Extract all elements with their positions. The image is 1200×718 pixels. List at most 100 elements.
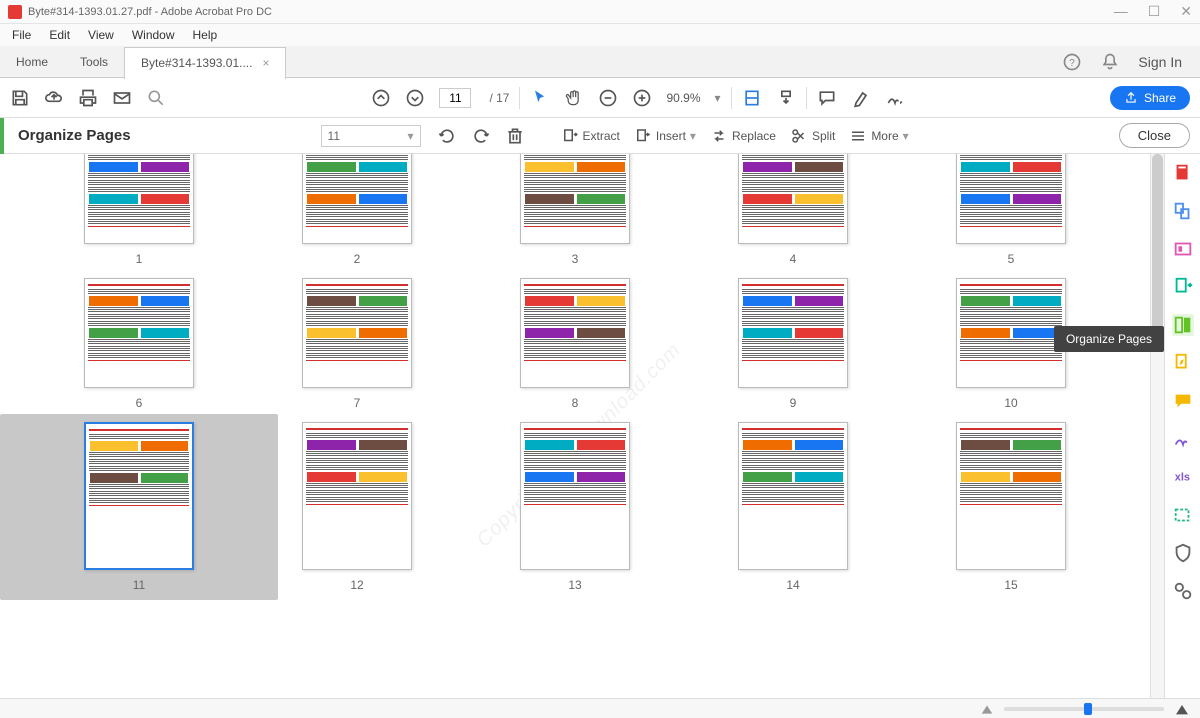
page-thumbnail[interactable]: 15 bbox=[912, 422, 1110, 592]
svg-text:?: ? bbox=[1070, 58, 1076, 69]
split-button[interactable]: Split bbox=[790, 127, 835, 145]
rp-fill-sign-icon[interactable] bbox=[1172, 428, 1194, 450]
thumbnail-number: 6 bbox=[136, 396, 143, 410]
page-thumbnail[interactable]: 8 bbox=[476, 278, 674, 410]
select-tool-icon[interactable] bbox=[530, 88, 550, 108]
thumbnail-frame bbox=[956, 154, 1066, 244]
menu-window[interactable]: Window bbox=[124, 26, 183, 44]
tab-home[interactable]: Home bbox=[0, 46, 64, 78]
delete-icon[interactable] bbox=[505, 126, 525, 146]
window-title: Byte#314-1393.01.27.pdf - Adobe Acrobat … bbox=[28, 6, 1114, 18]
scroll-thumb[interactable] bbox=[1152, 154, 1163, 334]
page-range-dropdown[interactable]: 11 ▾ bbox=[321, 125, 421, 147]
rp-send-icon[interactable] bbox=[1172, 504, 1194, 526]
zoom-caret-icon[interactable]: ▾ bbox=[715, 91, 721, 105]
extract-button[interactable]: Extract bbox=[561, 127, 620, 145]
scrollbar-vertical[interactable]: ▴ bbox=[1150, 154, 1164, 698]
thumbnail-number: 15 bbox=[1004, 578, 1017, 592]
mail-icon[interactable] bbox=[112, 88, 132, 108]
page-thumbnail[interactable]: 4 bbox=[694, 154, 892, 266]
close-organize-button[interactable]: Close bbox=[1119, 123, 1190, 148]
rp-form-icon[interactable]: xls bbox=[1172, 466, 1194, 488]
sign-icon[interactable] bbox=[885, 88, 905, 108]
sign-in-link[interactable]: Sign In bbox=[1138, 54, 1182, 70]
zoom-out-icon[interactable] bbox=[598, 88, 618, 108]
rp-edit-icon[interactable] bbox=[1172, 238, 1194, 260]
zoom-knob[interactable] bbox=[1084, 703, 1092, 715]
menu-help[interactable]: Help bbox=[185, 26, 226, 44]
page-thumbnail[interactable]: 14 bbox=[694, 422, 892, 592]
zoom-value[interactable]: 90.9% bbox=[666, 91, 700, 105]
rp-enhance-icon[interactable] bbox=[1172, 352, 1194, 374]
rp-organize-icon[interactable] bbox=[1172, 314, 1194, 336]
rp-comment-icon[interactable] bbox=[1172, 390, 1194, 412]
highlight-icon[interactable] bbox=[851, 88, 871, 108]
replace-button[interactable]: Replace bbox=[710, 127, 776, 145]
thumbnail-number: 5 bbox=[1008, 252, 1015, 266]
zoom-small-icon[interactable] bbox=[980, 702, 994, 716]
rotate-left-icon[interactable] bbox=[437, 126, 457, 146]
rotate-right-icon[interactable] bbox=[471, 126, 491, 146]
hand-tool-icon[interactable] bbox=[564, 88, 584, 108]
page-thumbnail[interactable]: 6 bbox=[40, 278, 238, 410]
thumbnail-frame bbox=[302, 154, 412, 244]
page-thumbnail[interactable]: 12 bbox=[258, 422, 456, 592]
rp-combine-icon[interactable] bbox=[1172, 200, 1194, 222]
cloud-icon[interactable] bbox=[44, 88, 64, 108]
rp-export-icon[interactable] bbox=[1172, 276, 1194, 298]
tooltip-organize: Organize Pages bbox=[1054, 326, 1164, 352]
tab-close-icon[interactable]: × bbox=[262, 56, 269, 70]
save-icon[interactable] bbox=[10, 88, 30, 108]
thumbnail-frame bbox=[84, 422, 194, 570]
page-thumbnail[interactable]: 3 bbox=[476, 154, 674, 266]
rp-create-pdf-icon[interactable] bbox=[1172, 162, 1194, 184]
minimize-button[interactable]: — bbox=[1114, 3, 1128, 20]
thumbnail-frame bbox=[520, 154, 630, 244]
comment-icon[interactable] bbox=[817, 88, 837, 108]
organize-toolbar: Organize Pages 11 ▾ Extract Insert▾ Repl… bbox=[0, 118, 1200, 154]
tab-document[interactable]: Byte#314-1393.01.... × bbox=[124, 47, 286, 79]
share-button[interactable]: Share bbox=[1110, 86, 1190, 110]
zoom-slider[interactable] bbox=[1004, 707, 1164, 711]
page-thumbnail[interactable]: 2 bbox=[258, 154, 456, 266]
rp-protect-icon[interactable] bbox=[1172, 542, 1194, 564]
thumbnail-frame bbox=[302, 278, 412, 388]
maximize-button[interactable]: ☐ bbox=[1148, 3, 1161, 20]
help-icon[interactable]: ? bbox=[1062, 52, 1082, 72]
thumbnail-number: 7 bbox=[354, 396, 361, 410]
thumbnail-frame bbox=[84, 154, 194, 244]
page-up-icon[interactable] bbox=[371, 88, 391, 108]
more-button[interactable]: More▾ bbox=[849, 127, 908, 145]
bell-icon[interactable] bbox=[1100, 52, 1120, 72]
thumbnail-frame bbox=[738, 422, 848, 570]
page-thumbnail[interactable]: 9 bbox=[694, 278, 892, 410]
page-thumbnail[interactable]: 7 bbox=[258, 278, 456, 410]
scroll-icon[interactable] bbox=[776, 88, 796, 108]
svg-text:xls: xls bbox=[1174, 472, 1189, 484]
zoom-in-icon[interactable] bbox=[632, 88, 652, 108]
thumbnail-frame bbox=[956, 422, 1066, 570]
thumbnail-number: 13 bbox=[568, 578, 581, 592]
insert-button[interactable]: Insert▾ bbox=[634, 127, 696, 145]
close-window-button[interactable]: ✕ bbox=[1180, 3, 1192, 20]
rp-more-tools-icon[interactable] bbox=[1172, 580, 1194, 602]
page-thumbnail[interactable]: 5 bbox=[912, 154, 1110, 266]
page-down-icon[interactable] bbox=[405, 88, 425, 108]
page-thumbnail[interactable]: 1 bbox=[40, 154, 238, 266]
thumbnail-number: 2 bbox=[354, 252, 361, 266]
thumbnail-number: 4 bbox=[790, 252, 797, 266]
menu-view[interactable]: View bbox=[80, 26, 122, 44]
zoom-large-icon[interactable] bbox=[1174, 701, 1190, 717]
fit-width-icon[interactable] bbox=[742, 88, 762, 108]
page-number-input[interactable] bbox=[439, 88, 471, 108]
content-area: Copyright p30download.com 12345678910111… bbox=[0, 154, 1200, 698]
page-thumbnail[interactable]: 11 bbox=[0, 414, 278, 600]
page-thumbnail[interactable]: 13 bbox=[476, 422, 674, 592]
thumbnail-frame bbox=[302, 422, 412, 570]
tab-tools[interactable]: Tools bbox=[64, 46, 124, 78]
menu-edit[interactable]: Edit bbox=[41, 26, 78, 44]
menu-file[interactable]: File bbox=[4, 26, 39, 44]
search-icon[interactable] bbox=[146, 88, 166, 108]
print-icon[interactable] bbox=[78, 88, 98, 108]
thumbnail-number: 14 bbox=[786, 578, 799, 592]
